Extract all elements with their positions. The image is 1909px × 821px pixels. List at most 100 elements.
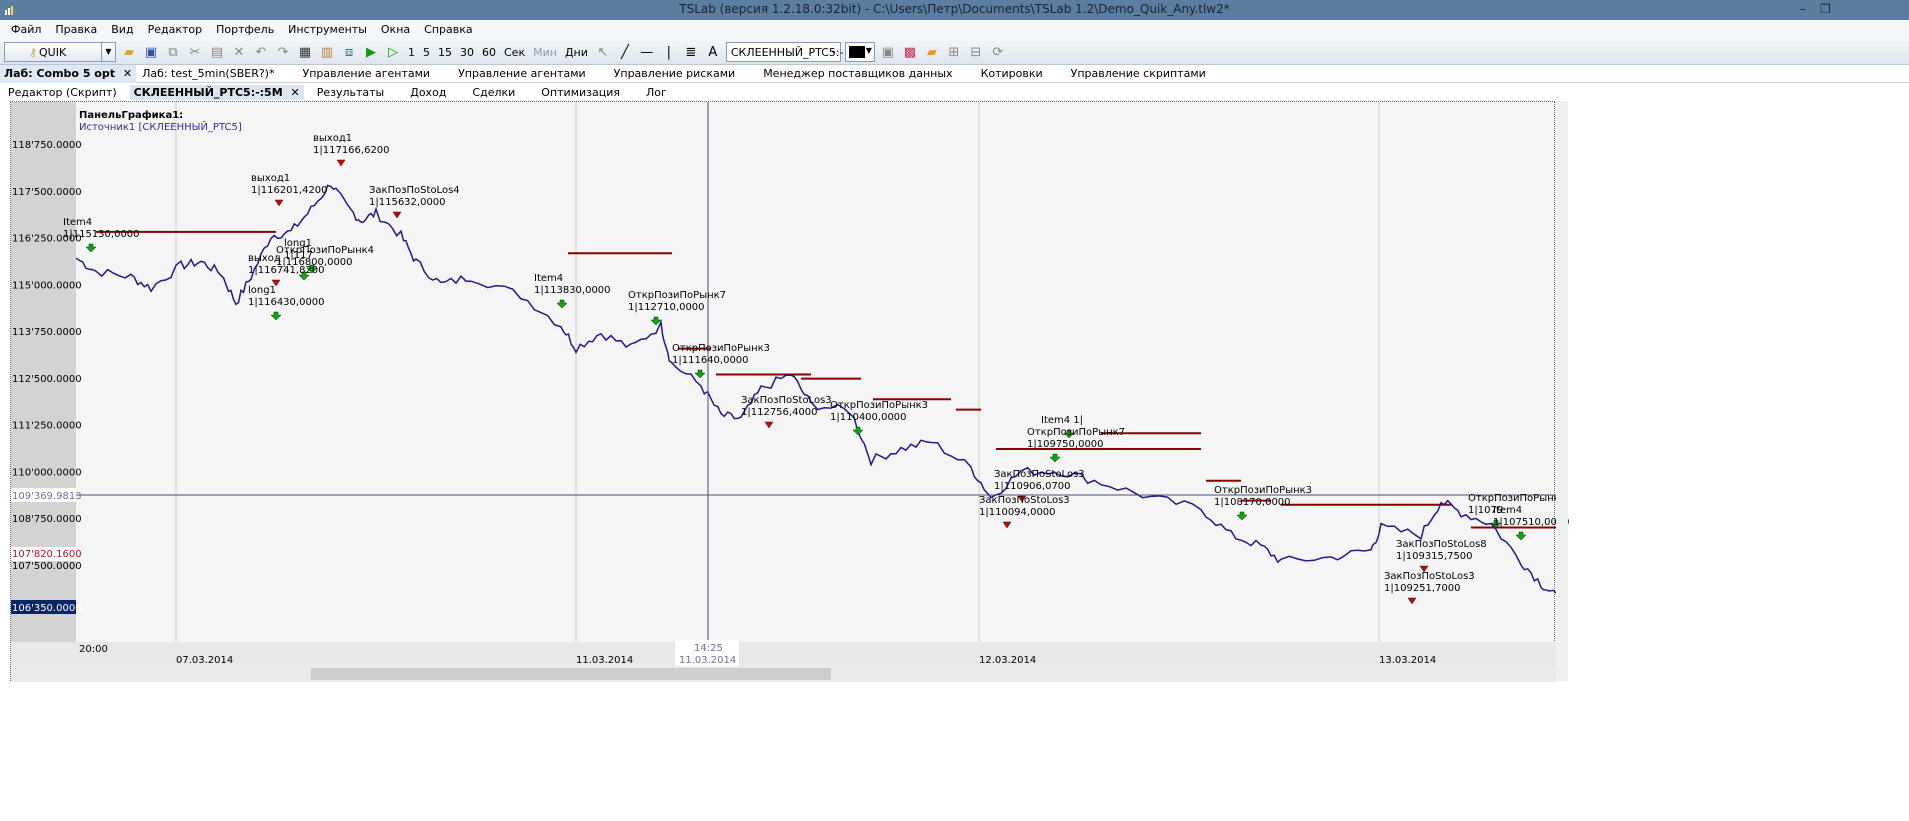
- close-icon[interactable]: ✕: [287, 86, 300, 99]
- menu-help[interactable]: Справка: [417, 20, 479, 40]
- window-title: TSLab (версия 1.2.18.0:32bit) - C:\Users…: [679, 2, 1230, 16]
- cursor-icon[interactable]: ↖: [594, 43, 612, 61]
- scrollbar-thumb[interactable]: [311, 668, 831, 680]
- interval-5[interactable]: 5: [421, 46, 432, 59]
- tab-optimization[interactable]: Оптимизация: [528, 86, 633, 99]
- entry-arrow-icon: [1049, 453, 1061, 463]
- menu-portfolio[interactable]: Портфель: [209, 20, 281, 40]
- entry-arrow-icon: [556, 299, 568, 309]
- save-layout-icon[interactable]: ▣: [879, 43, 897, 61]
- color-swatch: [848, 46, 865, 58]
- price-chart[interactable]: 118'750.0000 117'500.0000 116'250.0000 115'…: [11, 102, 1557, 682]
- tab-data-providers[interactable]: Менеджер поставщиков данных: [749, 67, 966, 80]
- exit-marker-icon: [274, 199, 284, 207]
- menu-tools[interactable]: Инструменты: [281, 20, 374, 40]
- exit-marker-icon: [271, 279, 281, 287]
- interval-15[interactable]: 15: [436, 46, 454, 59]
- exit-marker-icon: [764, 421, 774, 429]
- unit-sec[interactable]: Сек: [502, 46, 527, 59]
- entry-arrow-icon: [1063, 429, 1075, 439]
- y-tick-label: 108'750.0000: [12, 514, 82, 525]
- x-axis-area: [11, 642, 1556, 666]
- line-tool-icon[interactable]: ╱: [616, 43, 634, 61]
- interval-60[interactable]: 60: [480, 46, 498, 59]
- toolbar: ⚷ QUIK ▼ ▰ ▣ ⧉ ✂ ▤ ✕ ↶ ↷ ▦ ▥ ⧈ ▶ ▷ 1 5 15 …: [0, 40, 1909, 65]
- color-picker[interactable]: ▼: [844, 42, 875, 62]
- play-step-icon[interactable]: ▷: [384, 43, 402, 61]
- exit-marker-icon: [1419, 565, 1429, 573]
- grid-icon[interactable]: ⊞: [945, 43, 963, 61]
- connector-select[interactable]: ⚷ QUIK ▼: [4, 42, 116, 62]
- maximize-button[interactable]: ❐: [1820, 2, 1831, 16]
- redo-icon[interactable]: ↷: [274, 43, 292, 61]
- save-icon[interactable]: ▣: [142, 43, 160, 61]
- y-tick-label: 110'000.0000: [12, 467, 82, 478]
- x-tick-label: 11.03.2014: [576, 655, 633, 666]
- entry-arrow-icon: [306, 264, 318, 274]
- chevron-down-icon[interactable]: ▼: [101, 43, 115, 61]
- copy-icon[interactable]: ⧉: [164, 43, 182, 61]
- menu-windows[interactable]: Окна: [374, 20, 417, 40]
- symbol-select[interactable]: СКЛЕЕННЫЙ_PTC5:- ⌄: [725, 42, 844, 62]
- interval-1[interactable]: 1: [406, 46, 417, 59]
- tab-agents-2[interactable]: Управление агентами: [444, 67, 600, 80]
- tab-editor[interactable]: Редактор (Скрипт): [0, 86, 130, 99]
- y-tick-label: 117'500.0000: [12, 187, 82, 198]
- hline-tool-icon[interactable]: —: [638, 43, 656, 61]
- chart-icon[interactable]: ▥: [318, 43, 336, 61]
- menu-view[interactable]: Вид: [104, 20, 140, 40]
- y-tick-label: 115'000.0000: [12, 280, 82, 291]
- tab-risk[interactable]: Управление рисками: [600, 67, 750, 80]
- entry-arrow-icon: [1515, 531, 1527, 541]
- delete-icon[interactable]: ✕: [230, 43, 248, 61]
- entry-arrow-icon: [298, 271, 310, 281]
- interval-30[interactable]: 30: [458, 46, 476, 59]
- marker-price: 107'820.1600: [12, 549, 82, 560]
- x-tick-label: 07.03.2014: [176, 655, 233, 666]
- refresh-icon[interactable]: ⟳: [989, 43, 1007, 61]
- entry-arrow-icon: [1236, 511, 1248, 521]
- grid2-icon[interactable]: ⊟: [967, 43, 985, 61]
- menu-file[interactable]: Файл: [4, 20, 48, 40]
- y-tick-label: 112'500.0000: [12, 374, 82, 385]
- unit-days[interactable]: Дни: [563, 46, 590, 59]
- levels-tool-icon[interactable]: ≣: [682, 43, 700, 61]
- properties-icon[interactable]: ▦: [296, 43, 314, 61]
- tab-results[interactable]: Результаты: [304, 86, 398, 99]
- tab-quotes[interactable]: Котировки: [967, 67, 1057, 80]
- text-tool-icon[interactable]: A: [704, 43, 722, 61]
- tab-chart[interactable]: СКЛЕЕННЫЙ_PTC5:-:5M ✕: [129, 84, 304, 100]
- tab-trades[interactable]: Сделки: [459, 86, 528, 99]
- vertical-scrollbar[interactable]: [1556, 101, 1568, 681]
- chevron-down-icon: ▼: [865, 46, 872, 55]
- panel-title: ПанельГрафика1:: [79, 109, 183, 121]
- y-tick-label: 118'750.0000: [12, 140, 82, 151]
- tab-lab-test[interactable]: Лаб: test_5min(SBER?)*: [136, 67, 288, 80]
- tab-lab-combo[interactable]: Лаб: Combo 5 opt ✕: [0, 64, 137, 83]
- exit-marker-icon: [392, 211, 402, 219]
- cut-icon[interactable]: ✂: [186, 43, 204, 61]
- exit-marker-icon: [336, 159, 346, 167]
- tab-income[interactable]: Доход: [397, 86, 459, 99]
- chart-panel[interactable]: 118'750.0000 117'500.0000 116'250.0000 115'…: [10, 101, 1570, 682]
- unit-min[interactable]: Мин: [531, 46, 559, 59]
- y-tick-label: 116'250.0000: [12, 234, 82, 245]
- tab-agents-1[interactable]: Управление агентами: [288, 67, 444, 80]
- open-folder-icon[interactable]: ▰: [120, 43, 138, 61]
- tab-log[interactable]: Лог: [633, 86, 680, 99]
- undo-icon[interactable]: ↶: [252, 43, 270, 61]
- network-icon[interactable]: ⧈: [340, 43, 358, 61]
- minimize-button[interactable]: –: [1800, 2, 1806, 16]
- title-bar: TSLab (версия 1.2.18.0:32bit) - C:\Users…: [0, 0, 1909, 20]
- inner-tabs: Редактор (Скрипт) СКЛЕЕННЫЙ_PTC5:-:5M ✕ …: [0, 84, 1909, 100]
- vline-tool-icon[interactable]: |: [660, 43, 678, 61]
- folder-icon[interactable]: ▰: [923, 43, 941, 61]
- close-icon[interactable]: ✕: [119, 67, 132, 80]
- tab-scripts[interactable]: Управление скриптами: [1057, 67, 1220, 80]
- flag-icon[interactable]: ▩: [901, 43, 919, 61]
- menu-edit[interactable]: Правка: [48, 20, 104, 40]
- paste-icon[interactable]: ▤: [208, 43, 226, 61]
- menu-editor[interactable]: Редактор: [141, 20, 210, 40]
- source-label: Источник1 [СКЛЕЕННЫЙ_PTC5]: [79, 120, 242, 133]
- play-icon[interactable]: ▶: [362, 43, 380, 61]
